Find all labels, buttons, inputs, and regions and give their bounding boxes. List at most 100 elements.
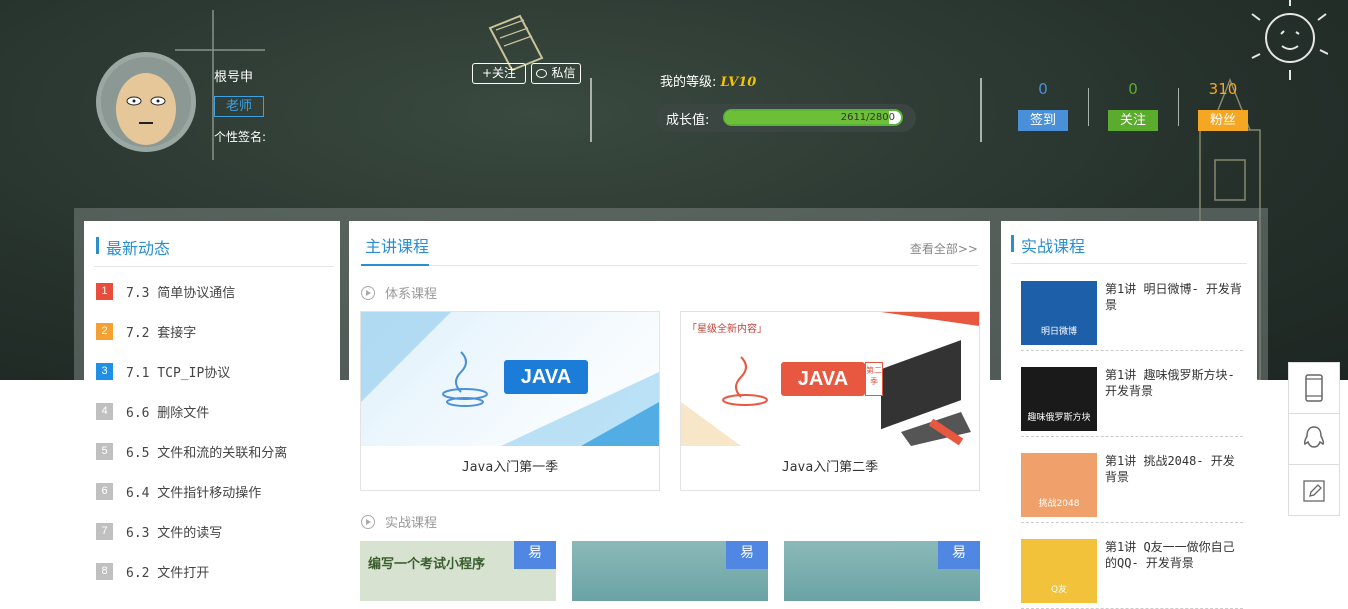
floating-sidebar bbox=[1288, 362, 1340, 516]
rank-badge: 6 bbox=[96, 482, 113, 500]
system-section-label: 体系课程 bbox=[385, 287, 438, 302]
recent-item[interactable]: 6 6.4 文件指针移动操作 bbox=[96, 481, 261, 501]
stat-following[interactable]: 0 关注 bbox=[1103, 80, 1163, 131]
practice-item[interactable]: 明日微博 第1讲 明日微博- 开发背景 bbox=[1021, 269, 1243, 351]
practice-thumb[interactable]: 编写一个考试小程序 易 bbox=[360, 541, 556, 601]
message-label: 私信 bbox=[551, 66, 576, 80]
recent-item[interactable]: 4 6.6 删除文件 bbox=[96, 401, 209, 421]
recent-item-label: 6.2 文件打开 bbox=[126, 565, 210, 581]
practice-thumb[interactable]: 易 bbox=[572, 541, 768, 601]
role-badge: 老师 bbox=[214, 96, 264, 117]
recent-title: 最新动态 bbox=[95, 235, 170, 259]
course-card[interactable]: 「星级全新内容」 JAVA 第二季 Java入门第二季 bbox=[680, 311, 980, 491]
difficulty-badge: 易 bbox=[938, 541, 980, 569]
practice-courses-panel: 实战课程 明日微博 第1讲 明日微博- 开发背景趣味俄罗斯方块 第1讲 趣味俄罗斯方… bbox=[1001, 221, 1257, 609]
message-button[interactable]: 私信 bbox=[531, 63, 581, 84]
stat-count: 310 bbox=[1208, 80, 1238, 98]
user-name: 根号申 bbox=[214, 70, 254, 85]
level-row: 我的等级: LV10 bbox=[660, 71, 756, 90]
practice-item[interactable]: 趣味俄罗斯方块 第1讲 趣味俄罗斯方块- 开发背景 bbox=[1021, 355, 1243, 437]
practice-section-header: 实战课程 bbox=[361, 512, 437, 531]
practice-title: 实战课程 bbox=[1010, 233, 1085, 257]
divider bbox=[590, 78, 592, 142]
phone-button[interactable] bbox=[1289, 363, 1339, 414]
fans-button[interactable]: 粉丝 bbox=[1198, 110, 1248, 131]
course-name: Java入门第一季 bbox=[461, 460, 559, 475]
recent-item[interactable]: 1 7.3 简单协议通信 bbox=[96, 281, 235, 301]
practice-item[interactable]: 挑战2048 第1讲 挑战2048- 开发背景 bbox=[1021, 441, 1243, 523]
qq-button[interactable] bbox=[1289, 414, 1339, 465]
following-button[interactable]: 关注 bbox=[1108, 110, 1158, 131]
growth-label: 成长值: bbox=[666, 113, 710, 128]
play-icon bbox=[361, 514, 375, 529]
edit-button[interactable] bbox=[1289, 465, 1339, 516]
growth-meter: 成长值: 2611/2800 bbox=[656, 104, 916, 132]
recent-item[interactable]: 7 6.3 文件的读写 bbox=[96, 521, 222, 541]
divider bbox=[980, 78, 982, 142]
rank-badge: 5 bbox=[96, 442, 113, 460]
course-banner-text: 「星级全新内容」 bbox=[687, 324, 767, 335]
practice-item-thumbnail: 挑战2048 bbox=[1021, 453, 1097, 517]
tab-underline bbox=[361, 264, 429, 266]
practice-item-label: 第1讲 明日微博- 开发背景 bbox=[1105, 282, 1242, 312]
rank-badge: 4 bbox=[96, 402, 113, 420]
thumbnail-caption: 明日微博 bbox=[1040, 327, 1077, 337]
course-thumbnail: 「星级全新内容」 JAVA 第二季 bbox=[681, 312, 979, 446]
checkin-button[interactable]: 签到 bbox=[1018, 110, 1068, 131]
recent-item-label: 6.5 文件和流的关联和分离 bbox=[126, 445, 288, 461]
divider bbox=[361, 265, 978, 266]
practice-thumb-caption: 编写一个考试小程序 bbox=[368, 557, 486, 572]
stat-fans[interactable]: 310 粉丝 bbox=[1193, 80, 1253, 131]
avatar-face-icon bbox=[101, 57, 191, 147]
stat-count: 0 bbox=[1128, 80, 1138, 98]
practice-item-label: 第1讲 Q友一一做你自己的QQ- 开发背景 bbox=[1105, 540, 1235, 570]
thumbnail-caption: 趣味俄罗斯方块 bbox=[1027, 413, 1091, 423]
practice-item-label: 第1讲 挑战2048- 开发背景 bbox=[1105, 454, 1235, 484]
recent-activity-panel: 最新动态 1 7.3 简单协议通信 2 7.2 套接字 3 7.1 TCP_IP协议 4 6.… bbox=[84, 221, 340, 581]
thumbnail-caption: 挑战2048 bbox=[1038, 499, 1080, 509]
difficulty-badge: 易 bbox=[514, 541, 556, 569]
rank-badge: 1 bbox=[96, 282, 113, 300]
growth-progress-text: 2611/2800 bbox=[840, 112, 895, 123]
recent-item[interactable]: 5 6.5 文件和流的关联和分离 bbox=[96, 441, 287, 461]
rank-badge: 8 bbox=[96, 562, 113, 580]
recent-item-label: 6.6 删除文件 bbox=[126, 405, 210, 421]
rank-badge: 7 bbox=[96, 522, 113, 540]
practice-section-label: 实战课程 bbox=[385, 516, 438, 531]
recent-item[interactable]: 3 7.1 TCP_IP协议 bbox=[96, 361, 230, 381]
recent-item[interactable]: 8 6.2 文件打开 bbox=[96, 561, 209, 581]
practice-item-thumbnail: 趣味俄罗斯方块 bbox=[1021, 367, 1097, 431]
recent-item-label: 6.4 文件指针移动操作 bbox=[126, 485, 262, 501]
divider bbox=[1011, 263, 1247, 264]
practice-thumb[interactable]: 易 bbox=[784, 541, 980, 601]
divider bbox=[94, 266, 334, 267]
view-all-link[interactable]: 查看全部>> bbox=[910, 240, 978, 257]
practice-item-thumbnail: Q友 bbox=[1021, 539, 1097, 603]
chat-bubble-icon bbox=[536, 69, 548, 78]
tab-main-courses[interactable]: 主讲课程 bbox=[365, 233, 429, 257]
recent-item-label: 7.1 TCP_IP协议 bbox=[126, 365, 231, 381]
divider bbox=[1088, 88, 1089, 126]
stat-count: 0 bbox=[1038, 80, 1048, 98]
follow-button[interactable]: +关注 bbox=[472, 63, 526, 84]
edit-icon bbox=[1303, 479, 1325, 502]
practice-item-thumbnail: 明日微博 bbox=[1021, 281, 1097, 345]
recent-item-label: 6.3 文件的读写 bbox=[126, 525, 223, 541]
course-card[interactable]: JAVA Java入门第一季 bbox=[360, 311, 660, 491]
play-icon bbox=[361, 285, 375, 300]
stat-checkin[interactable]: 0 签到 bbox=[1013, 80, 1073, 131]
java-logo: JAVA bbox=[781, 362, 865, 396]
avatar[interactable] bbox=[96, 52, 196, 152]
rank-badge: 3 bbox=[96, 362, 113, 380]
practice-item[interactable]: Q友 第1讲 Q友一一做你自己的QQ- 开发背景 bbox=[1021, 527, 1243, 609]
main-courses-panel: 主讲课程 查看全部>> 体系课程 JAVA Java入门第一季 「星级全新内容」… bbox=[349, 221, 990, 601]
recent-item[interactable]: 2 7.2 套接字 bbox=[96, 321, 196, 341]
level-label: 我的等级: bbox=[660, 75, 717, 90]
course-tag: 第二季 bbox=[865, 362, 883, 396]
difficulty-badge: 易 bbox=[726, 541, 768, 569]
course-thumbnail: JAVA bbox=[361, 312, 659, 446]
signature-label: 个性签名: bbox=[214, 130, 267, 144]
recent-item-label: 7.2 套接字 bbox=[126, 325, 197, 341]
divider bbox=[1178, 88, 1179, 126]
recent-item-label: 7.3 简单协议通信 bbox=[126, 285, 236, 301]
